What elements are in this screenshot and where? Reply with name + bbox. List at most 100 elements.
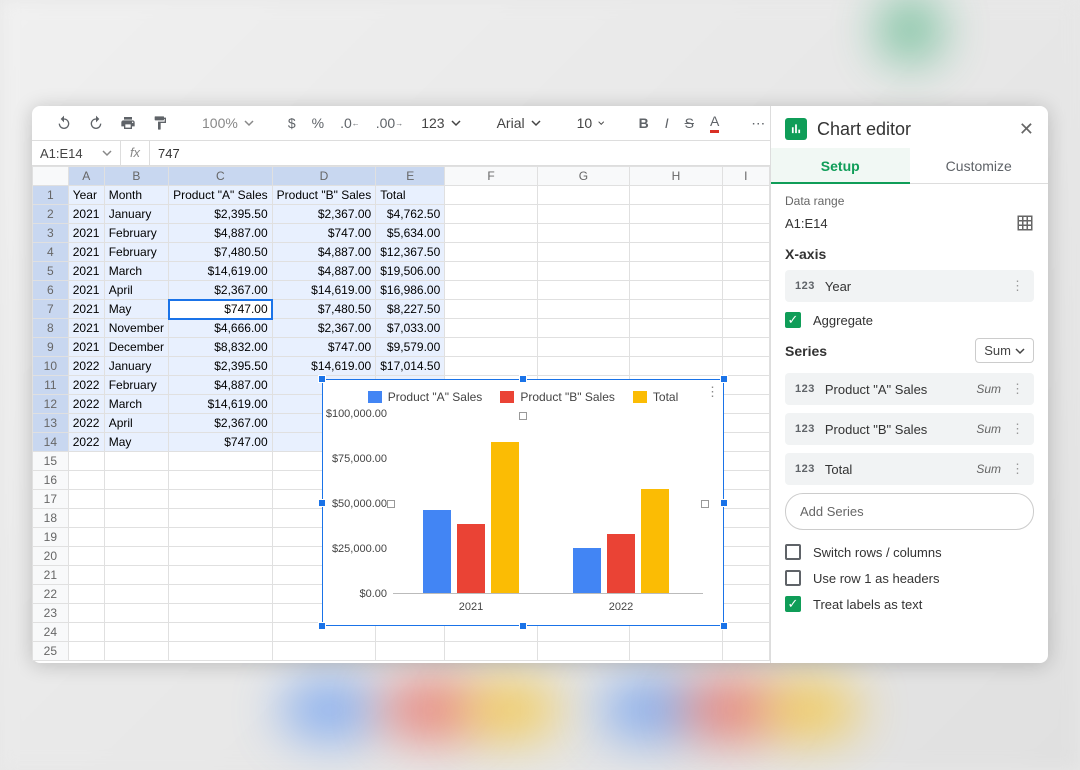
cell[interactable] [722,243,769,262]
cell[interactable] [169,623,273,642]
cell[interactable] [722,414,769,433]
cell[interactable] [68,585,104,604]
cell[interactable] [630,224,722,243]
cell[interactable] [104,623,168,642]
cell[interactable] [537,224,629,243]
row-header-18[interactable]: 18 [33,509,69,528]
row-header-22[interactable]: 22 [33,585,69,604]
cell[interactable] [722,395,769,414]
col-header-C[interactable]: C [169,167,273,186]
formula-input[interactable]: 747 [150,146,770,161]
cell[interactable] [537,205,629,224]
col-header-F[interactable]: F [445,167,537,186]
cell[interactable] [104,528,168,547]
cell[interactable] [68,566,104,585]
data-range-value[interactable]: A1:E14 [785,216,1008,231]
cell[interactable] [68,471,104,490]
tab-setup[interactable]: Setup [771,148,910,184]
cell[interactable]: November [104,319,168,338]
cell[interactable]: December [104,338,168,357]
row-header-21[interactable]: 21 [33,566,69,585]
cell[interactable] [445,338,537,357]
cell[interactable]: $5,634.00 [376,224,445,243]
cell[interactable]: May [104,433,168,452]
cell[interactable] [722,642,769,661]
cell[interactable] [722,509,769,528]
cell[interactable] [722,528,769,547]
row-header-3[interactable]: 3 [33,224,69,243]
cell[interactable]: $4,887.00 [272,262,376,281]
cell[interactable] [722,224,769,243]
row-header-6[interactable]: 6 [33,281,69,300]
cell[interactable] [169,528,273,547]
row-header-12[interactable]: 12 [33,395,69,414]
paint-format-button[interactable] [148,113,172,133]
cell[interactable] [722,566,769,585]
row-header-8[interactable]: 8 [33,319,69,338]
cell[interactable] [445,224,537,243]
cell[interactable] [537,642,629,661]
cell[interactable] [722,262,769,281]
cell[interactable] [722,585,769,604]
more-button[interactable]: ⋯ [747,113,769,134]
cell[interactable]: May [104,300,168,319]
select-range-icon[interactable] [1016,214,1034,232]
cell[interactable]: $12,367.50 [376,243,445,262]
cell[interactable] [630,281,722,300]
cell[interactable] [68,642,104,661]
cell[interactable]: $747.00 [169,433,273,452]
cell[interactable] [104,585,168,604]
cell[interactable]: 2022 [68,433,104,452]
row-header-10[interactable]: 10 [33,357,69,376]
cell[interactable] [722,205,769,224]
increase-decimal-button[interactable]: .00→ [372,113,407,133]
cell[interactable] [169,471,273,490]
cell[interactable] [169,585,273,604]
cell[interactable] [722,376,769,395]
cell[interactable]: $2,395.50 [169,205,273,224]
cell[interactable]: February [104,224,168,243]
cell[interactable]: $16,986.00 [376,281,445,300]
cell[interactable]: $8,227.50 [376,300,445,319]
cell[interactable]: $2,367.00 [272,205,376,224]
cell[interactable] [445,357,537,376]
row-header-11[interactable]: 11 [33,376,69,395]
cell[interactable]: $4,762.50 [376,205,445,224]
undo-button[interactable] [52,113,76,133]
print-button[interactable] [116,113,140,133]
currency-button[interactable]: $ [284,113,300,133]
cell[interactable]: April [104,414,168,433]
cell[interactable] [376,642,445,661]
row-header-16[interactable]: 16 [33,471,69,490]
cell[interactable] [537,338,629,357]
cell[interactable] [630,300,722,319]
cell[interactable] [630,186,722,205]
cell[interactable]: Product "B" Sales [272,186,376,205]
cell[interactable] [630,243,722,262]
cell[interactable] [537,262,629,281]
cell[interactable] [537,281,629,300]
field-more-icon[interactable]: ⋮ [1011,461,1024,477]
cell[interactable] [722,604,769,623]
col-header-A[interactable]: A [68,167,104,186]
cell[interactable] [630,642,722,661]
cell[interactable]: 2021 [68,224,104,243]
col-header-I[interactable]: I [722,167,769,186]
zoom-select[interactable]: 100% [196,113,260,133]
percent-button[interactable]: % [308,113,328,133]
row-header-1[interactable]: 1 [33,186,69,205]
cell[interactable]: February [104,243,168,262]
italic-button[interactable]: I [661,113,673,133]
cell[interactable]: 2022 [68,414,104,433]
cell[interactable]: $2,367.00 [169,281,273,300]
bold-button[interactable]: B [635,113,653,133]
cell[interactable]: January [104,205,168,224]
row-header-24[interactable]: 24 [33,623,69,642]
cell[interactable]: April [104,281,168,300]
cell[interactable]: Month [104,186,168,205]
close-icon[interactable]: ✕ [1019,119,1034,140]
field-more-icon[interactable]: ⋮ [1011,421,1024,437]
xaxis-field[interactable]: 123 Year ⋮ [785,270,1034,302]
row-header-20[interactable]: 20 [33,547,69,566]
row-header-2[interactable]: 2 [33,205,69,224]
